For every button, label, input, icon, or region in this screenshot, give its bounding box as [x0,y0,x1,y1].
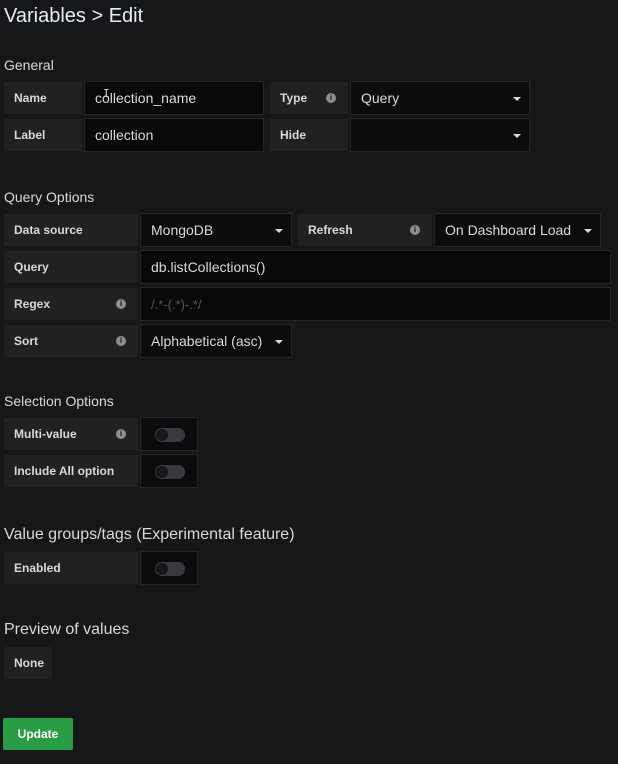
refresh-label: Refresh i [297,213,433,247]
toggle-track[interactable] [155,562,185,576]
toggle-knob [156,563,168,575]
type-label: Type i [269,81,349,115]
info-icon: i [116,299,126,309]
regex-input[interactable]: /.*-(.*)-.*/ [140,287,611,321]
selection-options-heading: Selection Options [4,393,114,409]
include-all-switch[interactable] [140,454,198,488]
caret-down-icon [584,229,592,233]
multi-value-switch[interactable] [140,417,198,451]
include-all-label: Include All option [3,454,139,488]
info-icon: i [116,429,126,439]
enabled-label: Enabled [3,551,139,585]
caret-down-icon [513,97,521,101]
preview-none-label: None [3,646,53,680]
caret-down-icon [275,340,283,344]
query-label: Query [3,250,139,284]
general-heading: General [4,57,54,73]
page-title: Variables > Edit [4,5,144,27]
name-input[interactable]: collection_name [84,81,264,115]
label-label: Label [3,118,83,152]
multi-value-label: Multi-value i [3,417,139,451]
data-source-label: Data source [3,213,139,247]
preview-heading: Preview of values [4,621,130,638]
toggle-knob [156,429,168,441]
text-cursor-icon: I [103,87,110,100]
enabled-switch[interactable] [140,551,198,585]
info-icon: i [326,93,336,103]
value-groups-heading: Value groups/tags (Experimental feature) [4,526,295,543]
sort-label: Sort i [3,324,139,358]
update-button[interactable]: Update [3,718,73,750]
sort-select[interactable]: Alphabetical (asc) [140,324,292,358]
toggle-knob [156,466,168,478]
query-options-heading: Query Options [4,189,95,205]
hide-select[interactable] [350,118,530,152]
toggle-track[interactable] [155,465,185,479]
hide-label: Hide [269,118,349,152]
label-input[interactable]: collection [84,118,264,152]
toggle-track[interactable] [155,428,185,442]
info-icon: i [410,225,420,235]
query-input[interactable]: db.listCollections() [140,250,611,284]
caret-down-icon [275,229,283,233]
data-source-select[interactable]: MongoDB [140,213,292,247]
caret-down-icon [513,134,521,138]
info-icon: i [116,336,126,346]
regex-label: Regex i [3,287,139,321]
name-label: Name [3,81,83,115]
refresh-select[interactable]: On Dashboard Load [434,213,601,247]
type-select[interactable]: Query [350,81,530,115]
